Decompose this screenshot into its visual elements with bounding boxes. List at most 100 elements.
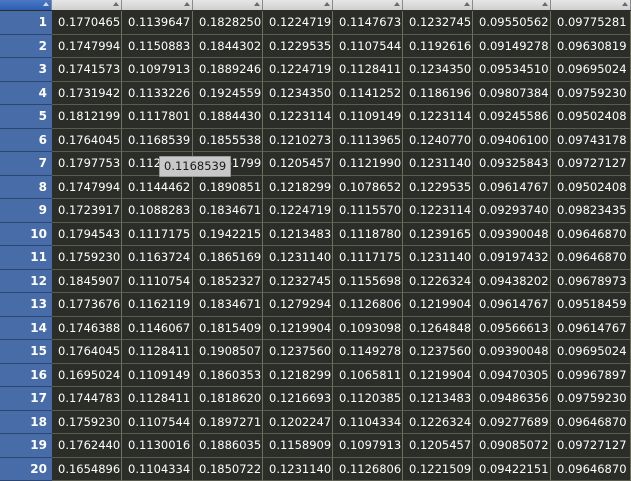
table-cell[interactable]: 0.1264848 [403,316,473,340]
table-cell[interactable]: 0.1897271 [193,410,263,434]
table-cell[interactable]: 0.1117801 [122,105,193,129]
table-cell[interactable]: 0.09743178 [551,128,631,152]
table-cell[interactable]: 0.1121990 [333,152,403,176]
row-number[interactable]: 11 [0,246,52,270]
table-cell[interactable]: 0.09759230 [551,387,631,411]
table-cell[interactable]: 0.1852327 [193,269,263,293]
table-cell[interactable]: 0.1654896 [52,457,122,481]
table-cell[interactable]: 0.1097913 [333,434,403,458]
table-cell[interactable]: 0.09293740 [473,199,551,223]
table-cell[interactable]: 0.1850722 [193,457,263,481]
table-cell[interactable]: 0.1908507 [193,340,263,364]
table-cell[interactable]: 0.09614767 [473,175,551,199]
table-cell[interactable]: 0.1223114 [403,199,473,223]
table-cell[interactable]: 0.1130016 [122,434,193,458]
column-header-5[interactable] [333,0,403,10]
table-cell[interactable]: 0.1279294 [263,293,333,317]
table-cell[interactable]: 0.1747994 [52,34,122,58]
table-cell[interactable]: 0.1226324 [403,269,473,293]
table-cell[interactable]: 0.1107544 [333,34,403,58]
table-cell[interactable]: 0.09470305 [473,363,551,387]
table-cell[interactable]: 0.1759230 [52,246,122,270]
table-cell[interactable]: 0.1886035 [193,434,263,458]
table-cell[interactable]: 0.1762440 [52,434,122,458]
row-number[interactable]: 5 [0,105,52,129]
table-cell[interactable]: 0.1117175 [122,222,193,246]
table-cell[interactable]: 0.1104334 [333,410,403,434]
table-cell[interactable]: 0.1168539 [122,128,193,152]
table-cell[interactable]: 0.1223114 [403,105,473,129]
row-number[interactable]: 10 [0,222,52,246]
table-cell[interactable]: 0.09678973 [551,269,631,293]
table-cell[interactable]: 0.09534510 [473,58,551,82]
table-cell[interactable]: 0.1115570 [333,199,403,223]
table-cell[interactable]: 0.1741573 [52,58,122,82]
table-cell[interactable]: 0.09646870 [551,246,631,270]
table-cell[interactable]: 0.1110754 [122,269,193,293]
column-header-8[interactable] [551,0,631,10]
table-cell[interactable]: 0.1224719 [263,11,333,35]
table-cell[interactable]: 0.1218299 [263,363,333,387]
table-cell[interactable]: 0.1113965 [333,128,403,152]
column-header-4[interactable] [263,0,333,10]
table-cell[interactable]: 0.1109149 [333,105,403,129]
table-cell[interactable]: 0.1226324 [403,410,473,434]
table-cell[interactable]: 0.09614767 [551,316,631,340]
table-cell[interactable]: 0.1812199 [52,105,122,129]
table-cell[interactable]: 0.09759230 [551,81,631,105]
table-cell[interactable]: 0.1186196 [403,81,473,105]
table-cell[interactable]: 0.09502408 [551,175,631,199]
table-cell[interactable]: 0.09630819 [551,34,631,58]
table-cell[interactable]: 0.1845907 [52,269,122,293]
table-cell[interactable]: 0.1770465 [52,11,122,35]
table-cell[interactable]: 0.1794543 [52,222,122,246]
table-cell[interactable]: 0.1234350 [403,58,473,82]
table-cell[interactable]: 0.1232745 [403,11,473,35]
table-cell[interactable]: 0.1120385 [333,387,403,411]
row-number[interactable]: 20 [0,457,52,481]
table-cell[interactable]: 0.09646870 [551,457,631,481]
table-cell[interactable]: 0.09502408 [551,105,631,129]
table-cell[interactable]: 0.1162119 [122,293,193,317]
table-cell[interactable]: 0.1744783 [52,387,122,411]
table-cell[interactable]: 0.09695024 [551,340,631,364]
table-cell[interactable]: 0.1126806 [333,293,403,317]
table-cell[interactable]: 0.1218299 [263,175,333,199]
table-cell[interactable]: 0.1224719 [263,58,333,82]
row-number[interactable]: 4 [0,81,52,105]
table-cell[interactable]: 0.1163724 [122,246,193,270]
table-cell[interactable]: 0.1229535 [263,34,333,58]
table-cell[interactable]: 0.1202247 [263,410,333,434]
table-cell[interactable]: 0.1834671 [193,199,263,223]
table-cell[interactable]: 0.09967897 [551,363,631,387]
column-header-3[interactable] [193,0,263,10]
table-cell[interactable]: 0.1205457 [263,152,333,176]
table-cell[interactable]: 0.1213483 [263,222,333,246]
table-cell[interactable]: 0.1210273 [263,128,333,152]
table-cell[interactable]: 0.09390048 [473,340,551,364]
table-cell[interactable]: 0.1229535 [403,175,473,199]
row-number[interactable]: 12 [0,269,52,293]
table-cell[interactable]: 0.1147673 [333,11,403,35]
row-number[interactable]: 6 [0,128,52,152]
table-cell[interactable]: 0.1746388 [52,316,122,340]
table-cell[interactable]: 0.1219904 [403,363,473,387]
row-number[interactable]: 19 [0,434,52,458]
table-cell[interactable]: 0.1223114 [263,105,333,129]
column-header-1[interactable] [52,0,122,10]
table-cell[interactable]: 0.1773676 [52,293,122,317]
table-cell[interactable]: 0.1860353 [193,363,263,387]
table-cell[interactable]: 0.1205457 [403,434,473,458]
table-cell[interactable]: 0.1797753 [52,152,122,176]
table-cell[interactable]: 0.09390048 [473,222,551,246]
table-cell[interactable]: 0.1158909 [263,434,333,458]
table-cell[interactable]: 0.1240770 [403,128,473,152]
table-cell[interactable]: 0.09823435 [551,199,631,223]
table-cell[interactable]: 0.1213483 [403,387,473,411]
table-cell[interactable]: 0.1192616 [403,34,473,58]
table-cell[interactable]: 0.1237560 [403,340,473,364]
table-cell[interactable]: 0.09614767 [473,293,551,317]
table-cell[interactable]: 0.1865169 [193,246,263,270]
table-cell[interactable]: 0.1855538 [193,128,263,152]
table-cell[interactable]: 0.09406100 [473,128,551,152]
